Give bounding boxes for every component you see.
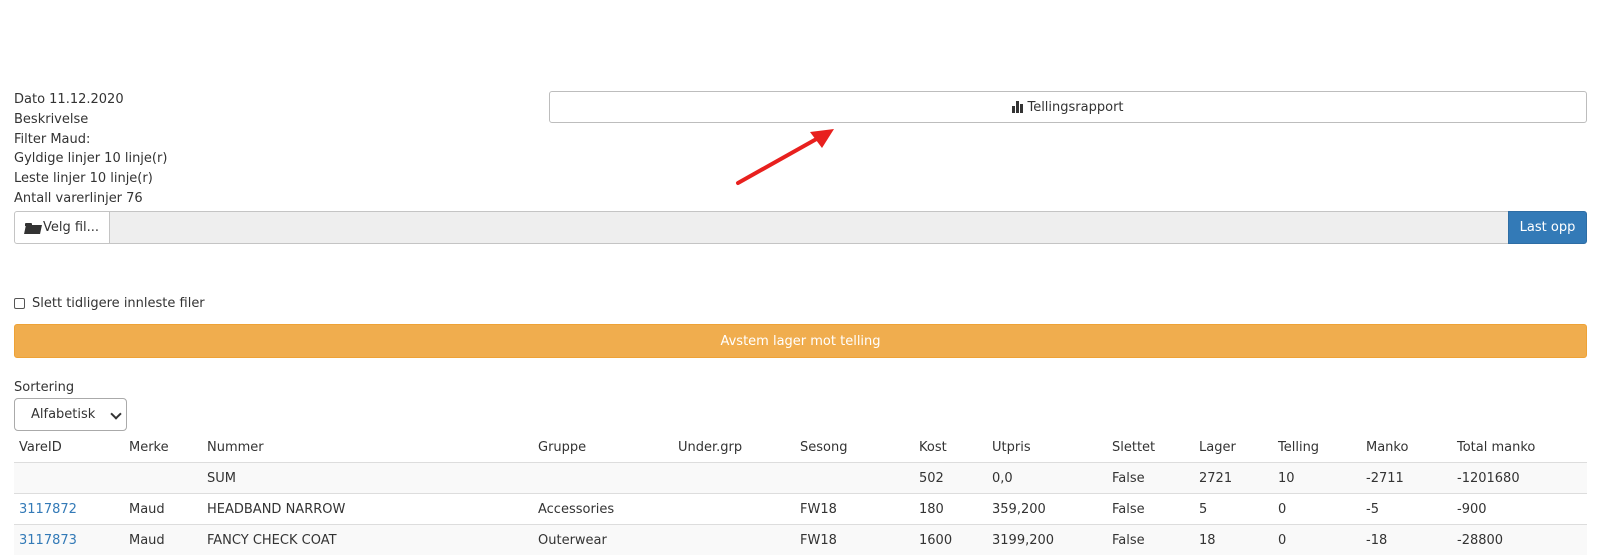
table-cell: FANCY CHECK COAT	[202, 524, 533, 555]
upload-button[interactable]: Last opp	[1508, 211, 1587, 244]
table-cell: -18	[1361, 524, 1452, 555]
table-cell: 0,0	[987, 462, 1107, 494]
column-header-utpris[interactable]: Utpris	[987, 432, 1107, 463]
column-header-kost[interactable]: Kost	[914, 432, 987, 463]
count-info-panel: Dato 11.12.2020 Beskrivelse Filter Maud:…	[14, 90, 167, 209]
count-report-label: Tellingsrapport	[1027, 99, 1124, 115]
table-row: 3117872 Maud HEADBAND NARROW Accessories…	[14, 493, 1587, 525]
folder-open-icon	[24, 222, 41, 234]
item-id-link[interactable]: 3117872	[14, 493, 124, 525]
sorting-label: Sortering	[14, 380, 75, 395]
table-row-sum: SUM 502 0,0 False 2721 10 -2711 -1201680	[14, 462, 1587, 494]
item-id-link[interactable]: 3117873	[14, 524, 124, 555]
bar-chart-icon	[1012, 101, 1024, 113]
sorting-select[interactable]: Alfabetisk	[14, 398, 127, 431]
table-cell: 0	[1273, 524, 1361, 555]
file-upload-group: Velg fil... Last opp	[14, 211, 1587, 244]
table-cell: 5	[1194, 493, 1273, 525]
table-cell: False	[1107, 493, 1194, 525]
table-cell: False	[1107, 524, 1194, 555]
table-cell: -5	[1361, 493, 1452, 525]
date-text: Dato 11.12.2020	[14, 92, 124, 107]
table-cell: -2711	[1361, 462, 1452, 494]
column-header-slettet[interactable]: Slettet	[1107, 432, 1194, 463]
table-cell	[673, 524, 795, 555]
chevron-down-icon	[110, 408, 122, 420]
table-cell	[673, 493, 795, 525]
delete-previous-files-label: Slett tidligere innleste filer	[32, 296, 205, 311]
table-cell: HEADBAND NARROW	[202, 493, 533, 525]
table-cell: Accessories	[533, 493, 673, 525]
column-header-telling[interactable]: Telling	[1273, 432, 1361, 463]
table-cell: 3199,200	[987, 524, 1107, 555]
table-cell	[673, 462, 795, 494]
table-cell	[533, 462, 673, 494]
stock-count-table: VareID Merke Nummer Gruppe Under.grp Ses…	[14, 432, 1587, 555]
table-cell: -900	[1452, 493, 1587, 525]
table-cell: FW18	[795, 493, 914, 525]
file-name-field[interactable]	[110, 211, 1508, 244]
sorting-selected-value: Alfabetisk	[31, 407, 96, 422]
column-header-gruppe[interactable]: Gruppe	[533, 432, 673, 463]
table-cell: 10	[1273, 462, 1361, 494]
table-cell: Maud	[124, 493, 202, 525]
table-row: 3117873 Maud FANCY CHECK COAT Outerwear …	[14, 524, 1587, 555]
column-header-manko[interactable]: Manko	[1361, 432, 1452, 463]
delete-previous-files-checkbox[interactable]	[14, 298, 25, 309]
valid-lines-text: Gyldige linjer 10 linje(r)	[14, 151, 168, 167]
choose-file-label: Velg fil...	[42, 220, 100, 235]
table-cell	[795, 462, 914, 494]
count-report-button[interactable]: Tellingsrapport	[549, 91, 1587, 123]
table-cell: -28800	[1452, 524, 1587, 555]
table-cell: 18	[1194, 524, 1273, 555]
table-cell: FW18	[795, 524, 914, 555]
table-cell	[124, 462, 202, 494]
filter-text: Filter Maud:	[14, 131, 91, 147]
column-header-undergrp[interactable]: Under.grp	[673, 432, 795, 463]
reconcile-stock-button[interactable]: Avstem lager mot telling	[14, 324, 1587, 358]
choose-file-button[interactable]: Velg fil...	[14, 211, 110, 244]
table-cell	[14, 462, 124, 494]
table-cell: 502	[914, 462, 987, 494]
table-cell: 2721	[1194, 462, 1273, 494]
delete-previous-files-option: Slett tidligere innleste filer	[14, 296, 205, 311]
item-lines-text: Antall varerlinjer 76	[14, 190, 143, 206]
table-header-row: VareID Merke Nummer Gruppe Under.grp Ses…	[14, 432, 1587, 463]
table-cell: Maud	[124, 524, 202, 555]
description-text: Beskrivelse	[14, 111, 89, 127]
column-header-nummer[interactable]: Nummer	[202, 432, 533, 463]
read-lines-text: Leste linjer 10 linje(r)	[14, 171, 153, 187]
table-cell: 180	[914, 493, 987, 525]
column-header-merke[interactable]: Merke	[124, 432, 202, 463]
table-cell: False	[1107, 462, 1194, 494]
column-header-total-manko[interactable]: Total manko	[1452, 432, 1587, 463]
table-cell: SUM	[202, 462, 533, 494]
column-header-lager[interactable]: Lager	[1194, 432, 1273, 463]
table-cell: 1600	[914, 524, 987, 555]
table-cell: 359,200	[987, 493, 1107, 525]
table-cell: Outerwear	[533, 524, 673, 555]
table-cell: -1201680	[1452, 462, 1587, 494]
red-arrow-annotation	[736, 129, 834, 185]
table-cell: 0	[1273, 493, 1361, 525]
column-header-vareid[interactable]: VareID	[14, 432, 124, 463]
column-header-sesong[interactable]: Sesong	[795, 432, 914, 463]
